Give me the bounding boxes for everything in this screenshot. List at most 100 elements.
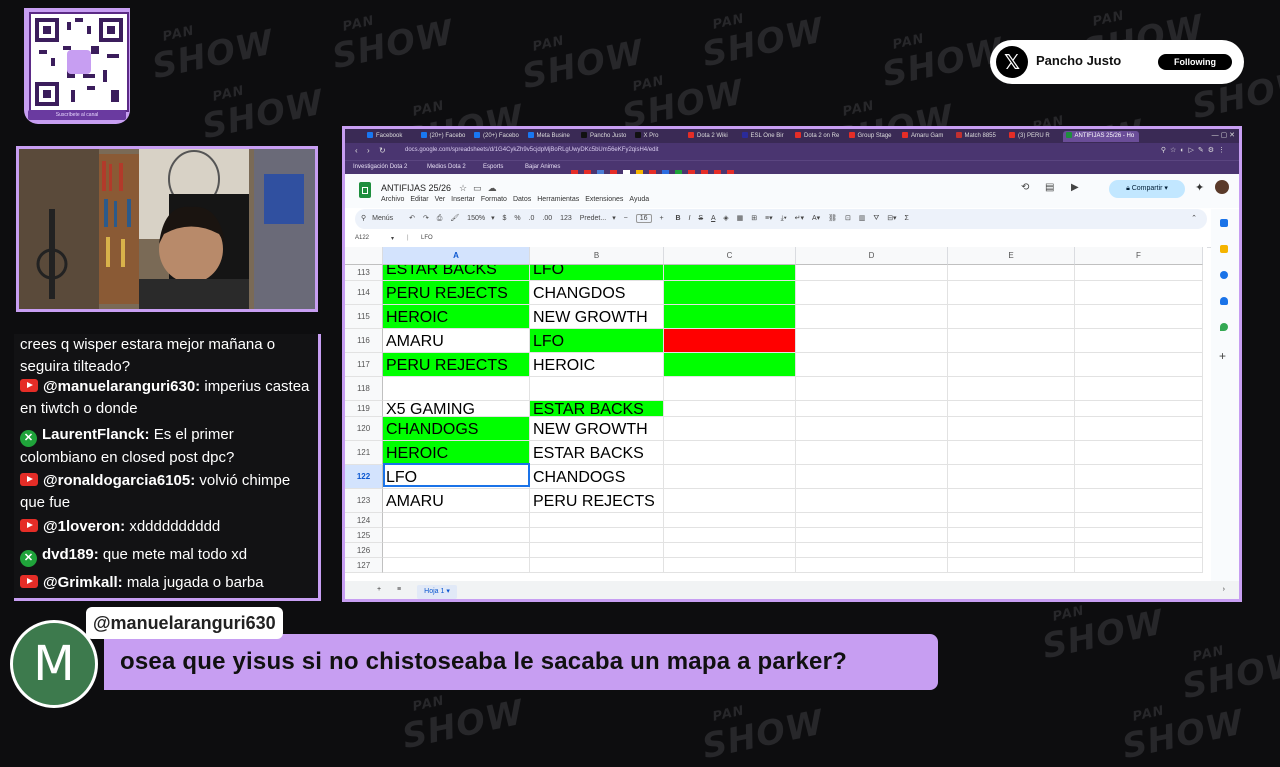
row-header[interactable]: 115 [345, 305, 383, 329]
sheet-cell[interactable] [796, 377, 948, 401]
row-header[interactable]: 120 [345, 417, 383, 441]
bold-icon[interactable]: B [676, 215, 681, 222]
share-button[interactable]: 🔒︎ Compartir ▾ [1109, 180, 1185, 198]
borders-icon[interactable]: ▦ [737, 215, 744, 222]
history-icon[interactable]: ⟲ [1021, 182, 1029, 193]
zoom-select[interactable]: 150% [467, 215, 485, 222]
menu-item[interactable]: Ver [435, 196, 446, 203]
sheet-cell[interactable] [530, 528, 664, 543]
column-header[interactable]: B [530, 247, 664, 265]
formula-input[interactable]: LFO [421, 235, 433, 241]
menu-item[interactable]: Datos [513, 196, 531, 203]
sheet-cell[interactable]: X5 GAMING [383, 401, 530, 417]
comments-icon[interactable]: ▤ [1045, 182, 1054, 193]
align-icon[interactable]: ≡▾ [765, 215, 773, 222]
star-icon[interactable]: ☆ [459, 183, 467, 193]
undo-icon[interactable]: ↶ [409, 215, 415, 222]
gemini-icon[interactable]: ✦ [1195, 181, 1204, 194]
percent-format-button[interactable]: % [514, 215, 520, 222]
comment-icon[interactable]: ⊡ [845, 215, 851, 222]
extension-icons[interactable]: ⚲☆◐▷✎⚙⋮ [1161, 146, 1229, 154]
window-controls[interactable]: — ▢ ✕ [1212, 131, 1235, 139]
row-header[interactable]: 119 [345, 401, 383, 417]
sheet-cell[interactable]: LFO [530, 265, 664, 281]
sheet-cell[interactable]: CHANGDOS [530, 281, 664, 305]
sheet-cell[interactable] [1075, 558, 1203, 573]
sheet-cell[interactable] [796, 353, 948, 377]
sheet-cell[interactable] [664, 528, 796, 543]
sheet-cell[interactable] [664, 401, 796, 417]
select-all-corner[interactable] [345, 247, 383, 265]
maps-icon[interactable] [1220, 323, 1228, 331]
chart-icon[interactable]: ▥ [859, 215, 866, 222]
decrease-decimal-button[interactable]: .0 [529, 215, 535, 222]
sheet-cell[interactable] [1075, 528, 1203, 543]
sheet-cell[interactable] [664, 377, 796, 401]
sheet-cell[interactable] [664, 558, 796, 573]
sheet-cell[interactable]: AMARU [383, 329, 530, 353]
sheet-cell[interactable] [664, 281, 796, 305]
sheet-cell[interactable] [948, 401, 1075, 417]
sheet-cell[interactable] [948, 441, 1075, 465]
row-header[interactable]: 113 [345, 265, 383, 281]
sheet-cell[interactable] [796, 528, 948, 543]
meet-icon[interactable]: ▶ [1071, 182, 1079, 193]
sheet-cell[interactable]: ESTAR BACKS [530, 441, 664, 465]
rotate-icon[interactable]: A▾ [812, 215, 820, 222]
tasks-icon[interactable] [1220, 271, 1228, 279]
browser-tab[interactable]: (3) PERU R [1009, 131, 1055, 142]
row-header[interactable]: 124 [345, 513, 383, 528]
sheet-cell[interactable]: HEROIC [383, 305, 530, 329]
sheet-cell[interactable]: HEROIC [383, 441, 530, 465]
browser-tab[interactable]: Match 8855 [955, 131, 1002, 142]
sheet-cell[interactable] [948, 281, 1075, 305]
bookmark-item[interactable]: Esports [483, 164, 503, 170]
sheet-cell[interactable] [796, 543, 948, 558]
sheet-cell[interactable] [948, 377, 1075, 401]
search-menus-icon[interactable]: ⚲ [361, 215, 366, 222]
sheet-cell[interactable] [664, 543, 796, 558]
menus-search[interactable]: Menús [372, 215, 393, 222]
sheet-cell[interactable] [796, 441, 948, 465]
row-header[interactable]: 127 [345, 558, 383, 573]
sheet-cell[interactable]: PERU REJECTS [383, 353, 530, 377]
url-field[interactable]: docs.google.com/spreadsheets/d/1G4CykZh9… [405, 147, 658, 153]
calendar-icon[interactable] [1220, 219, 1228, 227]
functions-icon[interactable]: Σ [905, 215, 909, 222]
sheet-cell[interactable] [530, 513, 664, 528]
sheet-cell[interactable] [1075, 305, 1203, 329]
sheet-cell[interactable] [1075, 465, 1203, 489]
sheet-cell[interactable] [664, 353, 796, 377]
sheet-cell[interactable] [948, 489, 1075, 513]
browser-tab[interactable]: X Pro [634, 131, 681, 142]
browser-tab[interactable]: Meta Busine [527, 131, 574, 142]
reload-icon[interactable]: ↻ [379, 146, 386, 155]
collapse-toolbar-icon[interactable]: ⌃ [1191, 209, 1197, 229]
bookmark-item[interactable]: Medios Dota 2 [427, 164, 466, 170]
sheet-cell[interactable] [1075, 401, 1203, 417]
sheet-cell[interactable]: AMARU [383, 489, 530, 513]
font-size-field[interactable]: 16 [635, 214, 652, 223]
google-sheets-logo-icon[interactable] [359, 182, 371, 198]
sheet-cell[interactable] [796, 329, 948, 353]
sheet-cell[interactable] [796, 489, 948, 513]
document-title-text[interactable]: ANTIFIJAS 25/26 [381, 183, 451, 193]
sheet-cell[interactable] [796, 305, 948, 329]
menu-item[interactable]: Herramientas [537, 196, 579, 203]
name-box-dropdown-icon[interactable]: ▾ [391, 235, 394, 242]
nav-back-icon[interactable]: ‹ [355, 146, 358, 155]
currency-format-button[interactable]: $ [503, 215, 507, 222]
sheet-cell[interactable] [1075, 377, 1203, 401]
move-folder-icon[interactable]: ▭ [473, 183, 482, 193]
sheet-cell[interactable] [796, 417, 948, 441]
sheet-cell[interactable] [1075, 265, 1203, 281]
sheet-cell[interactable] [796, 401, 948, 417]
browser-tab[interactable]: Amaru Gam [902, 131, 948, 142]
browser-tab[interactable]: (20+) Facebo [420, 131, 467, 142]
browser-tab[interactable]: Dota 2 on Re [795, 131, 841, 142]
account-avatar[interactable] [1215, 180, 1229, 194]
menu-item[interactable]: Formato [481, 196, 507, 203]
bookmark-item[interactable]: Bajar Animes [525, 164, 560, 170]
sheet-cell[interactable] [948, 353, 1075, 377]
sheet-cell[interactable] [948, 305, 1075, 329]
